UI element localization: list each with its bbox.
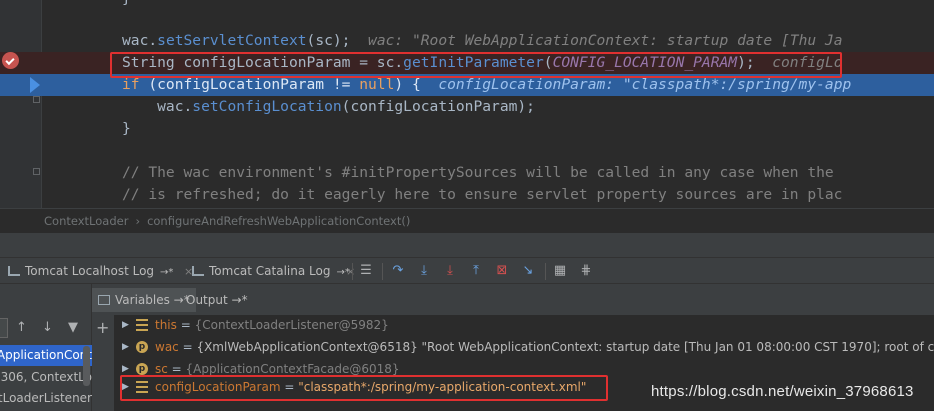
code-line: wac.setServletContext(sc); wac: "Root We… bbox=[0, 30, 934, 52]
trace-current-stream-icon[interactable]: ⋕ bbox=[578, 263, 594, 279]
code-token: wac. bbox=[122, 98, 193, 115]
expand-icon[interactable]: ▶ bbox=[122, 314, 129, 336]
step-over-icon[interactable]: ↷ bbox=[390, 263, 406, 279]
close-icon[interactable]: × bbox=[346, 258, 356, 285]
code-comment-line: // The wac environment's #initPropertySo… bbox=[0, 162, 934, 184]
force-step-into-icon[interactable]: ⤓ bbox=[442, 263, 458, 279]
frame-item[interactable]: ApplicationCont bbox=[0, 345, 92, 366]
expand-icon[interactable]: ▶ bbox=[122, 336, 129, 358]
breadcrumb-separator: › bbox=[135, 214, 141, 228]
field-icon bbox=[136, 319, 148, 331]
step-into-icon[interactable]: ⤓ bbox=[416, 263, 432, 279]
variable-name: this bbox=[155, 318, 177, 332]
tab-label: Tomcat Localhost Log bbox=[25, 264, 155, 278]
panel-divider bbox=[0, 233, 934, 257]
breadcrumb: ContextLoader › configureAndRefreshWebAppl… bbox=[0, 208, 934, 233]
arrow-up-icon[interactable]: ↑ bbox=[16, 320, 27, 335]
frame-item[interactable]: ext:306, ContextLo bbox=[0, 367, 92, 388]
tab-output[interactable]: Output →* bbox=[180, 288, 254, 312]
code-token: if bbox=[122, 76, 149, 93]
variable-name: sc bbox=[155, 362, 168, 376]
code-token: // The wac environment's #initPropertySo… bbox=[122, 164, 834, 181]
pin-icon[interactable]: →* bbox=[160, 267, 173, 278]
variables-side-toolbar: + bbox=[92, 315, 114, 411]
highlight-box-code bbox=[110, 52, 842, 78]
execution-point-icon bbox=[30, 77, 40, 93]
code-token: } bbox=[122, 120, 131, 137]
variable-row[interactable]: ▶ p wac = {XmlWebApplicationContext@6518… bbox=[114, 336, 934, 358]
code-token: (sc); bbox=[306, 32, 369, 49]
parameter-icon: p bbox=[136, 363, 148, 375]
code-token: (configLocationParam); bbox=[341, 98, 535, 115]
log-icon bbox=[8, 266, 20, 276]
toolbar-divider bbox=[545, 263, 546, 280]
code-comment-line: // is refreshed; do it eagerly here to e… bbox=[0, 184, 934, 206]
breadcrumb-method[interactable]: configureAndRefreshWebApplicationContext… bbox=[147, 214, 410, 228]
drop-frame-icon[interactable]: ⊠ bbox=[494, 263, 510, 279]
breakpoint-icon[interactable] bbox=[2, 52, 19, 69]
code-line: wac.setConfigLocation(configLocationPara… bbox=[0, 96, 934, 118]
code-token: } bbox=[122, 0, 131, 7]
code-token: setConfigLocation bbox=[192, 98, 342, 115]
variables-tabs: Variables →* Output →* bbox=[92, 284, 934, 315]
code-token: wac. bbox=[122, 32, 158, 49]
highlight-box-variable bbox=[120, 375, 608, 401]
tab-tomcat-catalina-log[interactable]: Tomcat Catalina Log →* bbox=[192, 258, 350, 285]
log-icon bbox=[192, 266, 204, 276]
filter-icon[interactable]: ▼ bbox=[68, 320, 78, 335]
run-to-cursor-icon[interactable]: ↘ bbox=[520, 263, 536, 279]
code-token: ) { bbox=[394, 76, 439, 93]
pin-icon[interactable]: →* bbox=[232, 293, 248, 307]
tab-label: Output bbox=[186, 293, 228, 307]
variable-row[interactable]: ▶ this = {ContextLoaderListener@5982} bbox=[114, 314, 934, 336]
frames-scrollbar[interactable] bbox=[83, 346, 90, 386]
frame-item[interactable]: ntextLoaderListener bbox=[0, 388, 92, 409]
frames-panel: ↑ ↓ ▼ ApplicationCont ext:306, ContextLo… bbox=[0, 284, 92, 411]
code-token: configLocationParam: "classpath*:/spring… bbox=[438, 76, 852, 93]
toolbar-divider bbox=[382, 263, 383, 280]
code-token: setServletContext bbox=[157, 32, 307, 49]
variables-icon bbox=[98, 295, 110, 305]
code-token: (configLocationParam != bbox=[148, 76, 360, 93]
add-watch-icon[interactable]: + bbox=[96, 318, 109, 337]
breadcrumb-class[interactable]: ContextLoader bbox=[44, 214, 128, 228]
tab-tomcat-localhost-log[interactable]: Tomcat Localhost Log →* bbox=[8, 258, 173, 285]
variable-name: wac bbox=[155, 340, 179, 354]
frames-toolbar: ↑ ↓ ▼ bbox=[0, 316, 92, 341]
parameter-icon: p bbox=[136, 341, 148, 353]
restore-layout-icon[interactable]: ☰ bbox=[358, 263, 374, 279]
toolbar-divider bbox=[352, 263, 353, 280]
watermark: https://blog.csdn.net/weixin_37968613 bbox=[651, 383, 914, 400]
code-token: wac: "Root WebApplicationContext: startu… bbox=[368, 32, 843, 49]
variable-value: {ApplicationContextFacade@6018} bbox=[185, 362, 400, 376]
tab-label: Variables bbox=[115, 293, 170, 307]
code-token: // is refreshed; do it eagerly here to e… bbox=[122, 186, 843, 203]
debug-tabs-toolbar: Tomcat Localhost Log →* × Tomcat Catalina… bbox=[0, 257, 934, 284]
step-out-icon[interactable]: ⤒ bbox=[468, 263, 484, 279]
variable-value: {ContextLoaderListener@5982} bbox=[194, 318, 389, 332]
variable-value: {XmlWebApplicationContext@6518} "Root We… bbox=[196, 340, 934, 354]
code-token: null bbox=[359, 76, 395, 93]
tab-label: Tomcat Catalina Log bbox=[209, 264, 331, 278]
evaluate-expression-icon[interactable]: ▦ bbox=[552, 263, 568, 279]
code-line: } bbox=[0, 118, 934, 140]
code-editor[interactable]: } wac.setServletContext(sc); wac: "Root … bbox=[0, 0, 934, 208]
code-line: } bbox=[0, 0, 934, 10]
arrow-down-icon[interactable]: ↓ bbox=[42, 320, 53, 335]
